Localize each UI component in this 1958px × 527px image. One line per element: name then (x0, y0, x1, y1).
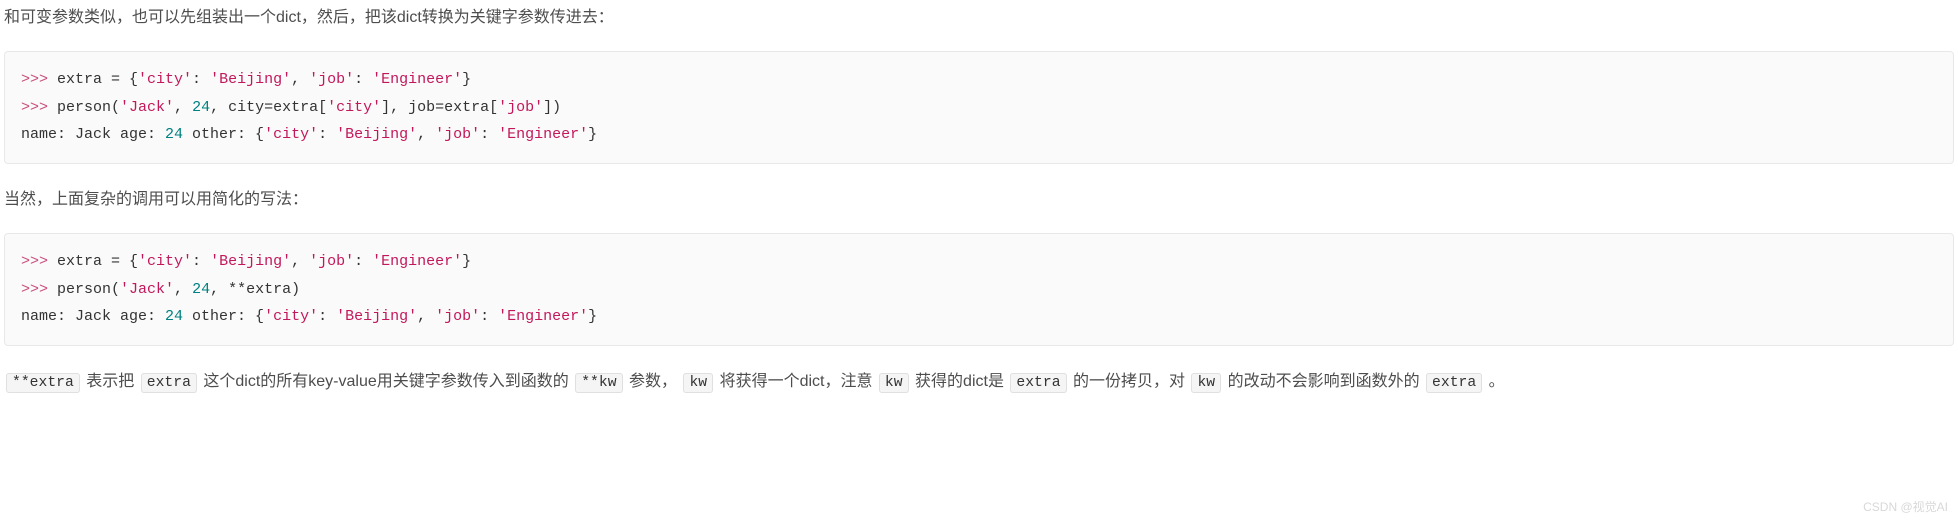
code-text: extra = { (48, 71, 138, 88)
code-number: 24 (192, 99, 210, 116)
text: 表示把 (82, 373, 139, 390)
code-text: other: { (183, 126, 264, 143)
code-text: , (417, 126, 435, 143)
code-text: other: { (183, 308, 264, 325)
code-text: , (174, 99, 192, 116)
code-text: : (318, 126, 336, 143)
code-text: : (192, 71, 210, 88)
inline-code: extra (1426, 373, 1482, 393)
code-text: , (291, 253, 309, 270)
inline-code: kw (1191, 373, 1221, 393)
code-string: 'Beijing' (336, 308, 417, 325)
code-text: } (462, 253, 471, 270)
code-string: 'Jack' (120, 281, 174, 298)
code-string: 'Beijing' (336, 126, 417, 143)
code-string: 'city' (264, 126, 318, 143)
text: 参数， (625, 373, 682, 390)
code-text: ], job=extra[ (381, 99, 498, 116)
code-text: person( (48, 99, 120, 116)
code-string: 'Beijing' (210, 253, 291, 270)
inline-code: kw (879, 373, 909, 393)
repl-prompt: >>> (21, 99, 48, 116)
code-text: : (318, 308, 336, 325)
code-text: } (462, 71, 471, 88)
code-text: : (480, 308, 498, 325)
code-string: 'job' (498, 99, 543, 116)
code-string: 'city' (138, 253, 192, 270)
inline-code: extra (1010, 373, 1066, 393)
code-text: ]) (543, 99, 561, 116)
code-number: 24 (165, 308, 183, 325)
paragraph-2: 当然，上面复杂的调用可以用简化的写法： (4, 186, 1954, 215)
code-text: , (417, 308, 435, 325)
code-string: 'job' (435, 308, 480, 325)
repl-prompt: >>> (21, 71, 48, 88)
code-string: 'Engineer' (372, 253, 462, 270)
text: 的一份拷贝，对 (1069, 373, 1190, 390)
repl-prompt: >>> (21, 281, 48, 298)
code-text: : (192, 253, 210, 270)
repl-prompt: >>> (21, 253, 48, 270)
paragraph-3: **extra 表示把 extra 这个dict的所有key-value用关键字… (4, 368, 1954, 397)
code-string: 'Beijing' (210, 71, 291, 88)
code-string: 'city' (264, 308, 318, 325)
code-text: } (588, 308, 597, 325)
code-string: 'job' (309, 71, 354, 88)
code-string: 'Engineer' (498, 308, 588, 325)
text: 这个dict的所有key-value用关键字参数传入到函数的 (199, 373, 573, 390)
text: 。 (1484, 373, 1504, 390)
inline-code: **kw (575, 373, 622, 393)
text: 的改动不会影响到函数外的 (1223, 373, 1424, 390)
code-string: 'city' (327, 99, 381, 116)
code-text: , (174, 281, 192, 298)
code-text: extra = { (48, 253, 138, 270)
code-text: person( (48, 281, 120, 298)
code-string: 'job' (309, 253, 354, 270)
watermark: CSDN @视觉AI (1863, 497, 1948, 519)
inline-code: **extra (6, 373, 80, 393)
code-text: name: Jack age: (21, 308, 165, 325)
code-text: : (480, 126, 498, 143)
code-block-1: >>> extra = {'city': 'Beijing', 'job': '… (4, 51, 1954, 164)
code-string: 'Engineer' (498, 126, 588, 143)
code-number: 24 (165, 126, 183, 143)
code-text: , **extra) (210, 281, 300, 298)
code-text: : (354, 71, 372, 88)
inline-code: extra (141, 373, 197, 393)
code-text: : (354, 253, 372, 270)
code-string: 'job' (435, 126, 480, 143)
code-string: 'Engineer' (372, 71, 462, 88)
code-text: , (291, 71, 309, 88)
code-block-2: >>> extra = {'city': 'Beijing', 'job': '… (4, 233, 1954, 346)
code-text: , city=extra[ (210, 99, 327, 116)
paragraph-1: 和可变参数类似，也可以先组装出一个dict，然后，把该dict转换为关键字参数传… (4, 4, 1954, 33)
code-string: 'Jack' (120, 99, 174, 116)
code-string: 'city' (138, 71, 192, 88)
code-text: } (588, 126, 597, 143)
code-number: 24 (192, 281, 210, 298)
inline-code: kw (683, 373, 713, 393)
text: 获得的dict是 (911, 373, 1009, 390)
code-text: name: Jack age: (21, 126, 165, 143)
text: 将获得一个dict，注意 (715, 373, 877, 390)
